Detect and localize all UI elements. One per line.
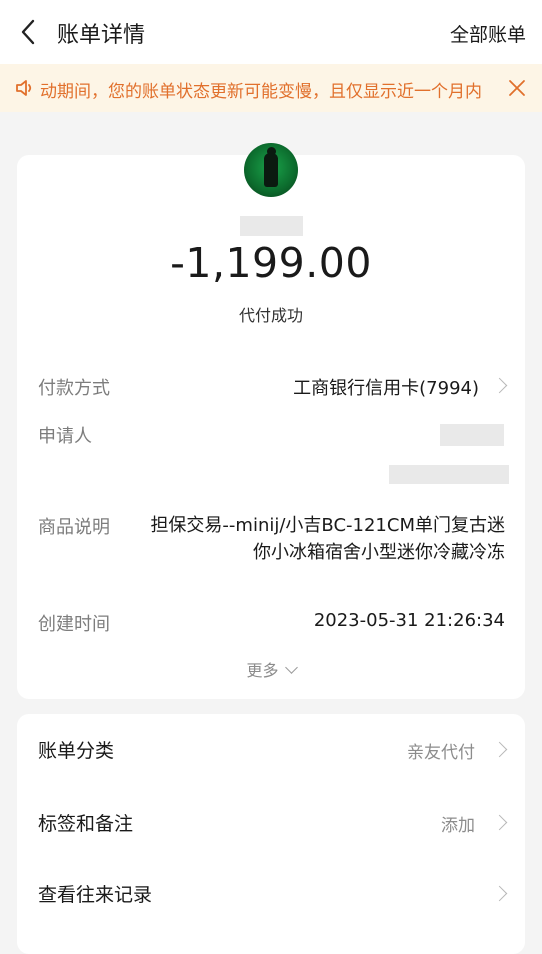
created-time-value: 2023-05-31 21:26:34 [313,610,505,631]
transaction-status: 代付成功 [238,306,303,325]
top-nav-bar: 账单详情 全部账单 [0,0,542,64]
category-label: 账单分类 [38,740,115,762]
category-value: 亲友代付 [407,743,475,763]
transaction-amount: -1,199.00 [170,239,372,287]
redacted-name [240,216,303,236]
close-icon[interactable] [506,77,528,99]
notice-banner: 动期间，您的账单状态更新可能变慢，且仅显示近一个月内 [0,64,542,112]
chevron-right-icon [491,741,508,758]
more-button[interactable]: 更多 [17,657,525,681]
avatar [244,143,298,197]
notice-text: 动期间，您的账单状态更新可能变慢，且仅显示近一个月内 [40,82,482,102]
chevron-right-icon [491,377,508,394]
product-description: 担保交易--minij/小吉BC-121CM单门复古迷你小冰箱宿舍小型迷你冷藏冷… [150,515,505,563]
product-label: 商品说明 [38,517,110,538]
chevron-right-icon [491,885,508,902]
redacted-applicant-account [389,465,509,484]
back-button[interactable] [14,18,42,46]
bill-detail-card: -1,199.00 代付成功 付款方式 工商银行信用卡(7994) 申请人 商品… [17,143,525,699]
chevron-right-icon [491,814,508,831]
page-title: 账单详情 [57,23,146,48]
created-time-label: 创建时间 [38,614,110,635]
tags-notes-value: 添加 [441,816,475,836]
payment-method-value[interactable]: 工商银行信用卡(7994) [293,374,479,400]
tags-notes-label: 标签和备注 [38,813,134,835]
all-bills-link[interactable]: 全部账单 [450,20,526,47]
chevron-down-icon [284,661,298,674]
more-label: 更多 [246,661,279,680]
speaker-icon [16,80,32,96]
back-arrow-icon [21,19,35,45]
options-card: 账单分类 亲友代付 标签和备注 添加 查看往来记录 [17,714,525,954]
redacted-applicant [440,424,504,446]
history-label: 查看往来记录 [38,884,153,906]
payment-method-label: 付款方式 [38,378,110,399]
applicant-label: 申请人 [38,426,92,447]
